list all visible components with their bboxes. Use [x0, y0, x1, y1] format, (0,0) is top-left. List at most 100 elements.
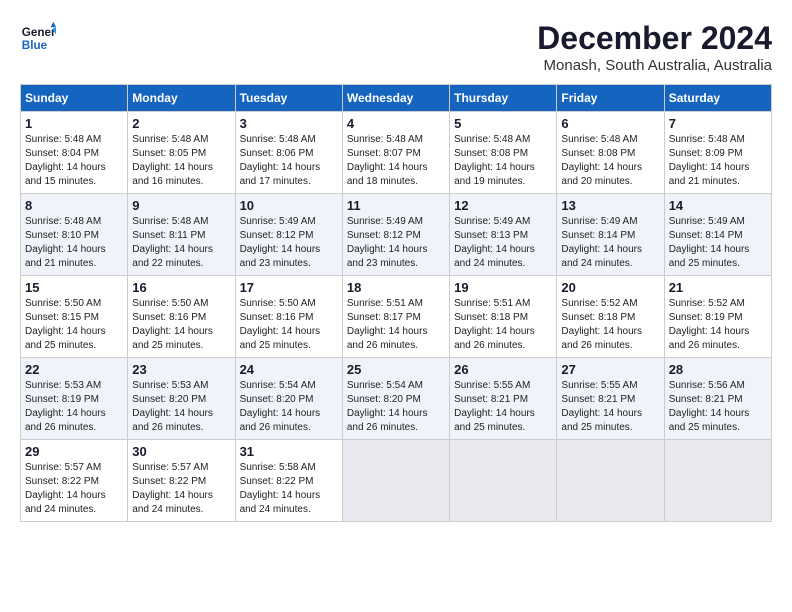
day-info: Sunrise: 5:55 AM Sunset: 8:21 PM Dayligh…: [561, 379, 659, 435]
calendar-cell: 20 Sunrise: 5:52 AM Sunset: 8:18 PM Dayl…: [557, 276, 664, 358]
day-number: 22: [25, 362, 123, 377]
day-info: Sunrise: 5:51 AM Sunset: 8:17 PM Dayligh…: [347, 297, 445, 353]
day-info: Sunrise: 5:49 AM Sunset: 8:14 PM Dayligh…: [561, 215, 659, 271]
header-sunday: Sunday: [21, 85, 128, 112]
calendar-cell: 11 Sunrise: 5:49 AM Sunset: 8:12 PM Dayl…: [342, 194, 449, 276]
day-info: Sunrise: 5:54 AM Sunset: 8:20 PM Dayligh…: [240, 379, 338, 435]
calendar-cell: 24 Sunrise: 5:54 AM Sunset: 8:20 PM Dayl…: [235, 358, 342, 440]
day-number: 14: [669, 198, 767, 213]
day-info: Sunrise: 5:48 AM Sunset: 8:09 PM Dayligh…: [669, 133, 767, 189]
day-info: Sunrise: 5:48 AM Sunset: 8:08 PM Dayligh…: [561, 133, 659, 189]
day-number: 20: [561, 280, 659, 295]
day-info: Sunrise: 5:48 AM Sunset: 8:04 PM Dayligh…: [25, 133, 123, 189]
day-info: Sunrise: 5:54 AM Sunset: 8:20 PM Dayligh…: [347, 379, 445, 435]
month-title: December 2024: [537, 20, 772, 57]
day-number: 18: [347, 280, 445, 295]
day-number: 13: [561, 198, 659, 213]
header-wednesday: Wednesday: [342, 85, 449, 112]
day-number: 2: [132, 116, 230, 131]
day-number: 16: [132, 280, 230, 295]
day-info: Sunrise: 5:48 AM Sunset: 8:07 PM Dayligh…: [347, 133, 445, 189]
calendar-cell: 16 Sunrise: 5:50 AM Sunset: 8:16 PM Dayl…: [128, 276, 235, 358]
logo-icon: General Blue: [20, 20, 56, 56]
day-number: 6: [561, 116, 659, 131]
calendar-cell: 19 Sunrise: 5:51 AM Sunset: 8:18 PM Dayl…: [450, 276, 557, 358]
header-monday: Monday: [128, 85, 235, 112]
svg-text:Blue: Blue: [22, 39, 48, 52]
day-number: 19: [454, 280, 552, 295]
day-info: Sunrise: 5:48 AM Sunset: 8:11 PM Dayligh…: [132, 215, 230, 271]
calendar-table: SundayMondayTuesdayWednesdayThursdayFrid…: [20, 84, 772, 522]
calendar-cell: 15 Sunrise: 5:50 AM Sunset: 8:15 PM Dayl…: [21, 276, 128, 358]
calendar-cell: [342, 440, 449, 522]
calendar-cell: 10 Sunrise: 5:49 AM Sunset: 8:12 PM Dayl…: [235, 194, 342, 276]
calendar-week-row: 8 Sunrise: 5:48 AM Sunset: 8:10 PM Dayli…: [21, 194, 772, 276]
day-info: Sunrise: 5:49 AM Sunset: 8:13 PM Dayligh…: [454, 215, 552, 271]
calendar-cell: 18 Sunrise: 5:51 AM Sunset: 8:17 PM Dayl…: [342, 276, 449, 358]
calendar-cell: 2 Sunrise: 5:48 AM Sunset: 8:05 PM Dayli…: [128, 112, 235, 194]
location-subtitle: Monash, South Australia, Australia: [537, 57, 772, 74]
day-number: 11: [347, 198, 445, 213]
day-number: 8: [25, 198, 123, 213]
calendar-cell: 4 Sunrise: 5:48 AM Sunset: 8:07 PM Dayli…: [342, 112, 449, 194]
day-number: 1: [25, 116, 123, 131]
calendar-cell: [557, 440, 664, 522]
calendar-cell: 21 Sunrise: 5:52 AM Sunset: 8:19 PM Dayl…: [664, 276, 771, 358]
calendar-cell: 27 Sunrise: 5:55 AM Sunset: 8:21 PM Dayl…: [557, 358, 664, 440]
day-info: Sunrise: 5:52 AM Sunset: 8:19 PM Dayligh…: [669, 297, 767, 353]
header-tuesday: Tuesday: [235, 85, 342, 112]
calendar-cell: 12 Sunrise: 5:49 AM Sunset: 8:13 PM Dayl…: [450, 194, 557, 276]
header-saturday: Saturday: [664, 85, 771, 112]
day-info: Sunrise: 5:50 AM Sunset: 8:16 PM Dayligh…: [240, 297, 338, 353]
day-info: Sunrise: 5:56 AM Sunset: 8:21 PM Dayligh…: [669, 379, 767, 435]
day-number: 26: [454, 362, 552, 377]
day-number: 27: [561, 362, 659, 377]
calendar-cell: 1 Sunrise: 5:48 AM Sunset: 8:04 PM Dayli…: [21, 112, 128, 194]
calendar-cell: 5 Sunrise: 5:48 AM Sunset: 8:08 PM Dayli…: [450, 112, 557, 194]
day-number: 9: [132, 198, 230, 213]
calendar-cell: 6 Sunrise: 5:48 AM Sunset: 8:08 PM Dayli…: [557, 112, 664, 194]
day-info: Sunrise: 5:49 AM Sunset: 8:14 PM Dayligh…: [669, 215, 767, 271]
calendar-cell: 23 Sunrise: 5:53 AM Sunset: 8:20 PM Dayl…: [128, 358, 235, 440]
day-number: 17: [240, 280, 338, 295]
day-number: 21: [669, 280, 767, 295]
page-header: General Blue December 2024 Monash, South…: [20, 20, 772, 74]
calendar-cell: 22 Sunrise: 5:53 AM Sunset: 8:19 PM Dayl…: [21, 358, 128, 440]
calendar-cell: [664, 440, 771, 522]
day-info: Sunrise: 5:55 AM Sunset: 8:21 PM Dayligh…: [454, 379, 552, 435]
day-number: 28: [669, 362, 767, 377]
calendar-cell: 28 Sunrise: 5:56 AM Sunset: 8:21 PM Dayl…: [664, 358, 771, 440]
calendar-week-row: 15 Sunrise: 5:50 AM Sunset: 8:15 PM Dayl…: [21, 276, 772, 358]
calendar-cell: 29 Sunrise: 5:57 AM Sunset: 8:22 PM Dayl…: [21, 440, 128, 522]
day-info: Sunrise: 5:48 AM Sunset: 8:08 PM Dayligh…: [454, 133, 552, 189]
day-info: Sunrise: 5:48 AM Sunset: 8:10 PM Dayligh…: [25, 215, 123, 271]
calendar-cell: 26 Sunrise: 5:55 AM Sunset: 8:21 PM Dayl…: [450, 358, 557, 440]
day-number: 12: [454, 198, 552, 213]
calendar-cell: 25 Sunrise: 5:54 AM Sunset: 8:20 PM Dayl…: [342, 358, 449, 440]
day-number: 23: [132, 362, 230, 377]
calendar-week-row: 1 Sunrise: 5:48 AM Sunset: 8:04 PM Dayli…: [21, 112, 772, 194]
day-info: Sunrise: 5:48 AM Sunset: 8:05 PM Dayligh…: [132, 133, 230, 189]
calendar-cell: [450, 440, 557, 522]
day-info: Sunrise: 5:49 AM Sunset: 8:12 PM Dayligh…: [347, 215, 445, 271]
calendar-cell: 31 Sunrise: 5:58 AM Sunset: 8:22 PM Dayl…: [235, 440, 342, 522]
calendar-header-row: SundayMondayTuesdayWednesdayThursdayFrid…: [21, 85, 772, 112]
calendar-cell: 14 Sunrise: 5:49 AM Sunset: 8:14 PM Dayl…: [664, 194, 771, 276]
day-number: 31: [240, 444, 338, 459]
day-number: 30: [132, 444, 230, 459]
day-info: Sunrise: 5:58 AM Sunset: 8:22 PM Dayligh…: [240, 461, 338, 517]
day-number: 4: [347, 116, 445, 131]
calendar-cell: 3 Sunrise: 5:48 AM Sunset: 8:06 PM Dayli…: [235, 112, 342, 194]
day-info: Sunrise: 5:57 AM Sunset: 8:22 PM Dayligh…: [132, 461, 230, 517]
title-block: December 2024 Monash, South Australia, A…: [537, 20, 772, 74]
day-info: Sunrise: 5:50 AM Sunset: 8:16 PM Dayligh…: [132, 297, 230, 353]
day-number: 10: [240, 198, 338, 213]
logo: General Blue: [20, 20, 56, 56]
day-info: Sunrise: 5:53 AM Sunset: 8:20 PM Dayligh…: [132, 379, 230, 435]
calendar-cell: 13 Sunrise: 5:49 AM Sunset: 8:14 PM Dayl…: [557, 194, 664, 276]
day-number: 29: [25, 444, 123, 459]
calendar-cell: 7 Sunrise: 5:48 AM Sunset: 8:09 PM Dayli…: [664, 112, 771, 194]
day-info: Sunrise: 5:49 AM Sunset: 8:12 PM Dayligh…: [240, 215, 338, 271]
day-info: Sunrise: 5:53 AM Sunset: 8:19 PM Dayligh…: [25, 379, 123, 435]
calendar-cell: 30 Sunrise: 5:57 AM Sunset: 8:22 PM Dayl…: [128, 440, 235, 522]
